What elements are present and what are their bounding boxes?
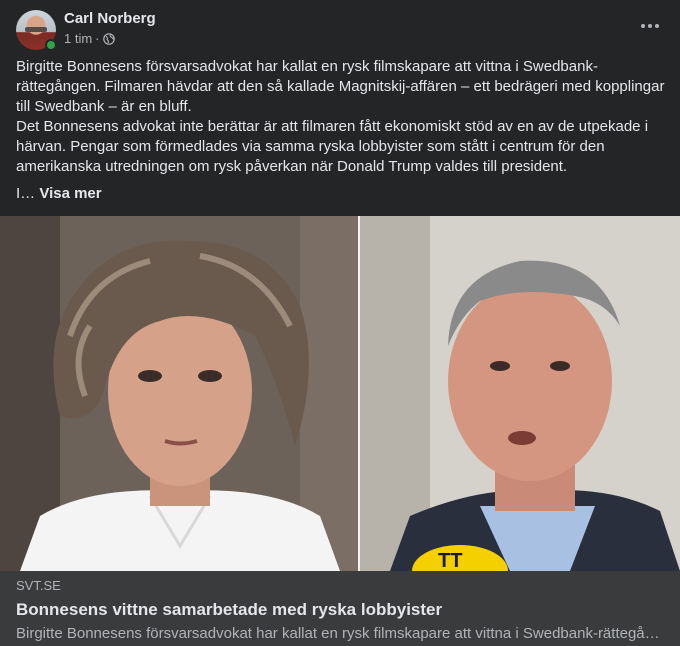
link-description: Birgitte Bonnesens försvarsadvokat har k… — [16, 625, 664, 642]
dot — [641, 24, 645, 28]
author-name[interactable]: Carl Norberg — [64, 10, 156, 28]
svg-text:TT: TT — [438, 550, 462, 571]
truncated-text: I… — [16, 185, 36, 202]
meta-separator: · — [95, 31, 100, 46]
globe-icon[interactable] — [102, 33, 115, 45]
see-more-link[interactable]: Visa mer — [39, 185, 101, 202]
portrait-curly-hair-man — [0, 216, 358, 571]
more-options-icon[interactable] — [636, 14, 664, 38]
facebook-post: Carl Norberg 1 tim · Birgitte Bonnesens … — [0, 0, 680, 646]
link-domain: SVT.SE — [16, 578, 61, 593]
dot — [648, 24, 652, 28]
online-status-dot — [45, 39, 57, 51]
photo-right-portrait: TT — [360, 216, 680, 571]
link-preview-image[interactable]: TT — [0, 216, 680, 571]
post-body: Birgitte Bonnesens försvarsadvokat har k… — [16, 57, 666, 204]
post-meta: 1 tim · — [64, 31, 115, 47]
photo-left-portrait — [0, 216, 358, 571]
post-header: Carl Norberg 1 tim · — [16, 10, 664, 51]
dot — [655, 24, 659, 28]
see-more-line: I… Visa mer — [16, 184, 666, 204]
post-paragraph-2: Det Bonnesens advokat inte berättar är a… — [16, 118, 649, 175]
post-timestamp[interactable]: 1 tim — [64, 31, 92, 47]
link-title[interactable]: Bonnesens vittne samarbetade med ryska l… — [16, 600, 664, 620]
portrait-grey-hair-man: TT — [360, 216, 680, 571]
link-preview-footer[interactable]: SVT.SE Bonnesens vittne samarbetade med … — [0, 571, 680, 646]
post-paragraph-1: Birgitte Bonnesens försvarsadvokat har k… — [16, 58, 665, 115]
